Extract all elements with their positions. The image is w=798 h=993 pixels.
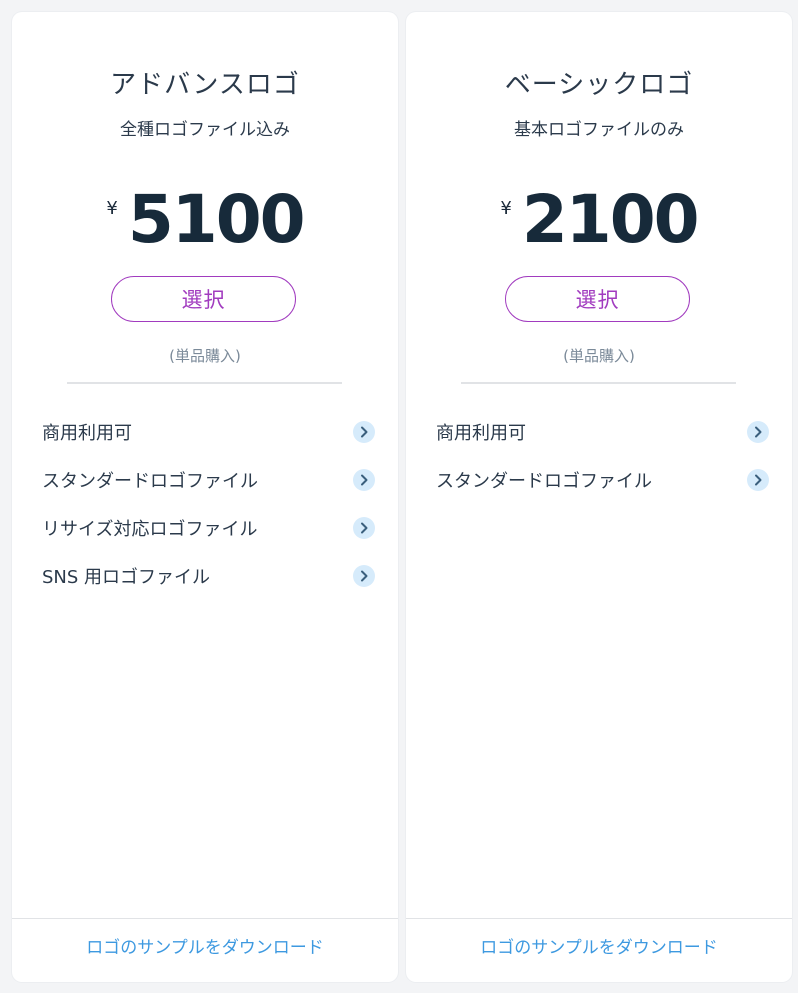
purchase-note: (単品購入) <box>169 347 241 365</box>
pricing-page: アドバンスロゴ 全種ロゴファイル込み ¥ 5100 選択 (単品購入) 商用利用… <box>0 0 798 993</box>
feature-label: スタンダードロゴファイル <box>436 471 652 492</box>
download-sample-link[interactable]: ロゴのサンプルをダウンロード <box>12 933 398 958</box>
feature-label: 商用利用可 <box>42 423 132 444</box>
select-button[interactable]: 選択 <box>111 276 296 322</box>
download-sample-link[interactable]: ロゴのサンプルをダウンロード <box>406 933 792 958</box>
plan-card-basic: ベーシックロゴ 基本ロゴファイルのみ ¥ 2100 選択 (単品購入) 商用利用… <box>406 12 792 982</box>
chevron-right-icon[interactable] <box>747 421 769 443</box>
feature-label: 商用利用可 <box>436 423 526 444</box>
feature-item-commercial-use: 商用利用可 <box>42 408 375 456</box>
divider <box>461 382 736 384</box>
feature-label: SNS 用ロゴファイル <box>42 567 211 588</box>
footer-divider <box>12 918 398 919</box>
feature-label: スタンダードロゴファイル <box>42 471 258 492</box>
footer-divider <box>406 918 792 919</box>
plan-title: アドバンスロゴ <box>110 70 300 100</box>
feature-item-sns-logo-file: SNS 用ロゴファイル <box>42 552 375 600</box>
currency-symbol: ¥ <box>500 198 512 219</box>
feature-list: 商用利用可 スタンダードロゴファイル <box>436 408 769 504</box>
plan-subtitle: 基本ロゴファイルのみ <box>514 120 684 140</box>
feature-item-resizable-logo-file: リサイズ対応ロゴファイル <box>42 504 375 552</box>
feature-item-commercial-use: 商用利用可 <box>436 408 769 456</box>
price-amount: 2100 <box>521 181 700 258</box>
chevron-right-icon[interactable] <box>747 469 769 491</box>
purchase-note: (単品購入) <box>563 347 635 365</box>
chevron-right-icon[interactable] <box>353 517 375 539</box>
feature-item-standard-logo-file: スタンダードロゴファイル <box>42 456 375 504</box>
chevron-right-icon[interactable] <box>353 421 375 443</box>
chevron-right-icon[interactable] <box>353 469 375 491</box>
feature-item-standard-logo-file: スタンダードロゴファイル <box>436 456 769 504</box>
price: ¥ 2100 <box>406 180 792 260</box>
price-amount: 5100 <box>127 181 306 258</box>
price: ¥ 5100 <box>12 180 398 260</box>
plan-subtitle: 全種ロゴファイル込み <box>120 120 290 140</box>
feature-list: 商用利用可 スタンダードロゴファイル リサイズ対応ロゴファイル SNS 用ロゴフ… <box>42 408 375 600</box>
currency-symbol: ¥ <box>106 198 118 219</box>
plan-card-advanced: アドバンスロゴ 全種ロゴファイル込み ¥ 5100 選択 (単品購入) 商用利用… <box>12 12 398 982</box>
divider <box>67 382 342 384</box>
feature-label: リサイズ対応ロゴファイル <box>42 519 258 540</box>
chevron-right-icon[interactable] <box>353 565 375 587</box>
plan-title: ベーシックロゴ <box>504 70 694 100</box>
select-button[interactable]: 選択 <box>505 276 690 322</box>
